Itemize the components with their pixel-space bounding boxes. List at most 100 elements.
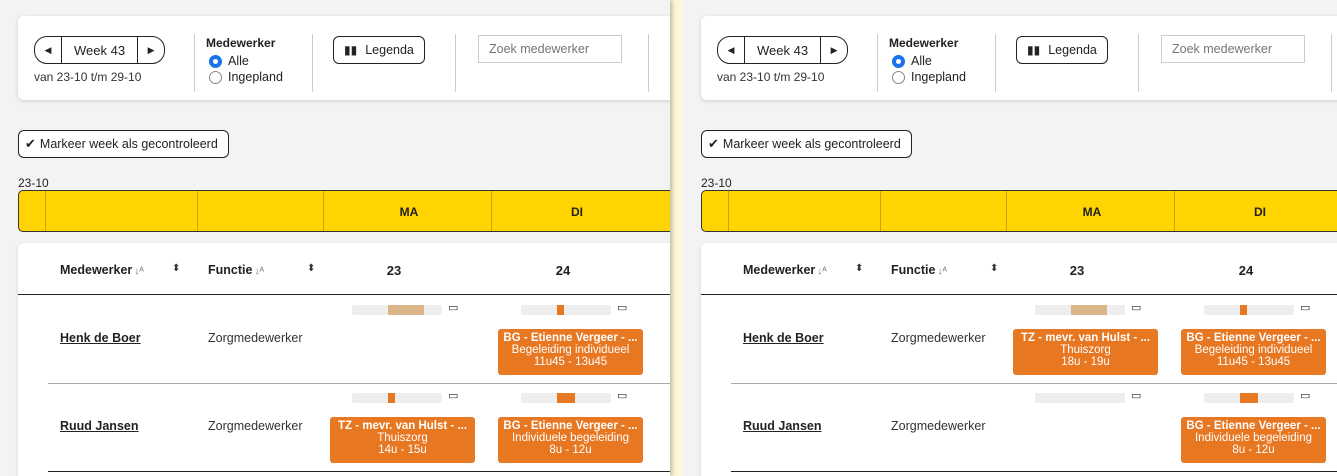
capacity-bar	[352, 393, 442, 403]
header-divider	[45, 191, 46, 231]
legend-label: Legenda	[1048, 43, 1097, 57]
employee-name-link[interactable]: Henk de Boer	[60, 331, 141, 345]
toolbar: ◀ Week 43 ▶ van 23-10 t/m 29-10 Medewerk…	[18, 16, 670, 100]
column-header-employee[interactable]: Medewerker ↓ᴬ	[60, 263, 144, 277]
search-input[interactable]	[478, 35, 622, 63]
date-label: 23-10	[701, 176, 732, 190]
day-header-bar: MA DI	[18, 190, 670, 232]
appointment-title: BG - Etienne Vergeer - ...	[503, 332, 638, 344]
capacity-fill	[1240, 305, 1247, 315]
appointment-time: 11u45 - 13u45	[1216, 356, 1291, 368]
column-function-label: Functie	[891, 263, 936, 277]
appointment-block[interactable]: BG - Etienne Vergeer - ... Individuele be…	[1181, 417, 1326, 463]
appointment-time: 8u - 12u	[549, 444, 592, 456]
appointment-block[interactable]: BG - Etienne Vergeer - ... Begeleiding in…	[498, 329, 643, 375]
calendar-icon[interactable]: ▭	[1300, 301, 1310, 314]
employee-name-link[interactable]: Ruud Jansen	[60, 419, 139, 433]
day-header-bar: MA DI	[701, 190, 1337, 232]
mark-week-checked-button[interactable]: ✔ Markeer week als gecontroleerd	[18, 130, 229, 158]
appointment-block[interactable]: BG - Etienne Vergeer - ... Individuele be…	[498, 417, 643, 463]
day-number-mon: 23	[1069, 263, 1085, 278]
planner-panel-left: ◀ Week 43 ▶ van 23-10 t/m 29-10 Medewerk…	[0, 0, 670, 476]
table-row: Ruud Jansen Zorgmedewerker ▭ TZ - mevr. van…	[18, 383, 670, 472]
header-divider	[491, 191, 492, 231]
appointment-block[interactable]: TZ - mevr. van Hulst - ... Thuiszorg 18u -…	[1013, 329, 1158, 375]
radio-selected-icon[interactable]	[209, 54, 222, 68]
sort-toggle-icon[interactable]: ⬍	[307, 263, 315, 274]
calendar-icon[interactable]: ▭	[617, 389, 627, 402]
appointment-description: Individuele begeleiding	[1194, 432, 1312, 444]
capacity-fill	[1071, 305, 1107, 315]
week-range: van 23-10 t/m 29-10	[34, 70, 142, 84]
radio-all[interactable]: Alle	[892, 54, 966, 68]
book-icon: ▮▮	[1027, 43, 1041, 57]
calendar-icon[interactable]: ▭	[617, 301, 627, 314]
date-label: 23-10	[18, 176, 49, 190]
capacity-bar	[352, 305, 442, 315]
sort-alpha-icon[interactable]: ↓ᴬ	[134, 266, 144, 277]
calendar-icon[interactable]: ▭	[1131, 301, 1141, 314]
radio-planned-label: Ingepland	[228, 70, 283, 84]
divider	[648, 34, 649, 92]
radio-planned[interactable]: Ingepland	[209, 70, 283, 84]
sort-alpha-icon[interactable]: ↓ᴬ	[937, 266, 947, 277]
sort-toggle-icon[interactable]: ⬍	[855, 263, 863, 274]
employee-name-link[interactable]: Ruud Jansen	[743, 419, 822, 433]
column-header-function[interactable]: Functie ↓ᴬ	[891, 263, 947, 277]
employee-filter-title: Medewerker	[889, 36, 959, 50]
employee-function: Zorgmedewerker	[208, 331, 303, 345]
search-input[interactable]	[1161, 35, 1305, 63]
column-employee-label: Medewerker	[60, 263, 133, 277]
calendar-icon[interactable]: ▭	[448, 301, 458, 314]
mark-week-label: Markeer week als gecontroleerd	[722, 137, 901, 151]
radio-empty-icon[interactable]	[892, 70, 905, 84]
capacity-fill	[1240, 393, 1258, 403]
employee-name-link[interactable]: Henk de Boer	[743, 331, 824, 345]
employee-function: Zorgmedewerker	[891, 419, 986, 433]
chevron-left-icon[interactable]: ◀	[718, 37, 744, 63]
legend-button[interactable]: ▮▮ Legenda	[333, 36, 425, 64]
day-header-tue: DI	[1254, 205, 1266, 219]
radio-all-label: Alle	[911, 54, 932, 68]
table-row: Henk de Boer Zorgmedewerker ▭ ▭ BG - Etienne…	[18, 295, 670, 384]
radio-all[interactable]: Alle	[209, 54, 283, 68]
sort-toggle-icon[interactable]: ⬍	[990, 263, 998, 274]
divider	[995, 34, 996, 92]
capacity-fill	[557, 305, 564, 315]
week-navigator: ◀ Week 43 ▶	[34, 36, 166, 64]
header-divider	[1006, 191, 1007, 231]
appointment-block[interactable]: TZ - mevr. van Hulst - ... Thuiszorg 14u -…	[330, 417, 475, 463]
appointment-description: Thuiszorg	[1060, 344, 1111, 356]
column-header-function[interactable]: Functie ↓ᴬ	[208, 263, 264, 277]
calendar-icon[interactable]: ▭	[1131, 389, 1141, 402]
legend-button[interactable]: ▮▮ Legenda	[1016, 36, 1108, 64]
radio-empty-icon[interactable]	[209, 70, 222, 84]
schedule-table: Medewerker ↓ᴬ ⬍ Functie ↓ᴬ ⬍ 23 24 Henk de…	[18, 243, 670, 476]
chevron-right-icon[interactable]: ▶	[821, 37, 847, 63]
appointment-title: TZ - mevr. van Hulst - ...	[337, 420, 468, 432]
sort-alpha-icon[interactable]: ↓ᴬ	[817, 266, 827, 277]
capacity-bar	[521, 305, 611, 315]
sort-alpha-icon[interactable]: ↓ᴬ	[254, 266, 264, 277]
radio-selected-icon[interactable]	[892, 54, 905, 68]
appointment-description: Begeleiding individueel	[511, 344, 630, 356]
appointment-title: TZ - mevr. van Hulst - ...	[1020, 332, 1151, 344]
calendar-icon[interactable]: ▭	[448, 389, 458, 402]
column-header-employee[interactable]: Medewerker ↓ᴬ	[743, 263, 827, 277]
chevron-right-icon[interactable]: ▶	[138, 37, 164, 63]
day-number-mon: 23	[386, 263, 402, 278]
chevron-left-icon[interactable]: ◀	[35, 37, 61, 63]
radio-planned[interactable]: Ingepland	[892, 70, 966, 84]
mark-week-checked-button[interactable]: ✔ Markeer week als gecontroleerd	[701, 130, 912, 158]
capacity-bar	[1035, 305, 1125, 315]
calendar-icon[interactable]: ▭	[1300, 389, 1310, 402]
column-employee-label: Medewerker	[743, 263, 816, 277]
appointment-block[interactable]: BG - Etienne Vergeer - ... Begeleiding in…	[1181, 329, 1326, 375]
divider	[877, 34, 878, 92]
day-number-tue: 24	[555, 263, 571, 278]
header-divider	[1174, 191, 1175, 231]
row-divider	[48, 471, 670, 472]
sort-toggle-icon[interactable]: ⬍	[172, 263, 180, 274]
capacity-bar	[521, 393, 611, 403]
appointment-description: Individuele begeleiding	[511, 432, 629, 444]
